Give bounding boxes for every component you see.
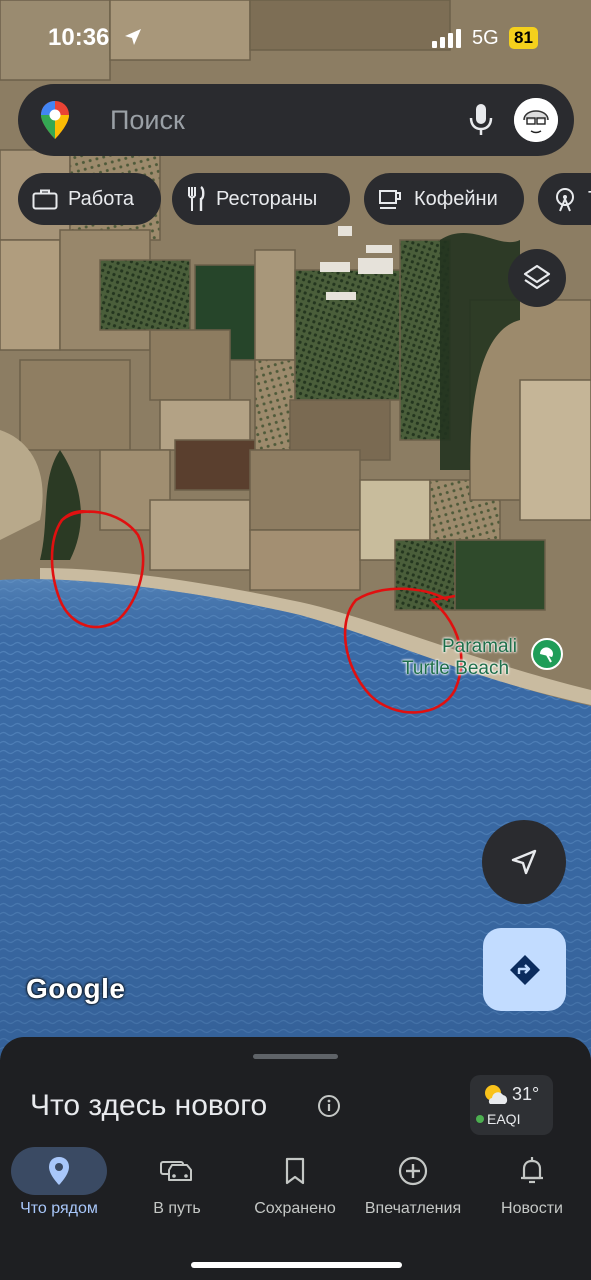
tab-updates-label: Новости	[501, 1200, 563, 1217]
search-bar[interactable]: Поиск	[18, 84, 574, 156]
chip-work-label: Работа	[68, 187, 134, 210]
navigation-arrow-icon	[511, 849, 537, 875]
chip-restaurants[interactable]: Рестораны	[172, 173, 350, 225]
car-icon	[160, 1161, 192, 1181]
weather-temperature: 31°	[512, 1084, 540, 1104]
sheet-drag-handle[interactable]	[253, 1054, 338, 1059]
fork-knife-icon	[188, 186, 205, 211]
sheet-title: Что здесь нового	[30, 1089, 268, 1122]
avatar[interactable]	[514, 98, 558, 142]
place-name-line1: Paramali	[442, 636, 517, 657]
bottom-navigation: Что рядом В путь Сохранено Впечатления Н…	[0, 1143, 591, 1280]
tab-contribute-icon-wrap	[365, 1147, 461, 1195]
signal-bars-icon	[432, 29, 461, 48]
tab-saved[interactable]: Сохранено	[236, 1143, 354, 1233]
status-time: 10:36	[48, 24, 110, 51]
tab-explore-label: Что рядом	[20, 1200, 98, 1217]
tab-contribute-label: Впечатления	[364, 1200, 462, 1217]
directions-icon	[509, 954, 540, 985]
weather-chip[interactable]: 31° EAQI	[470, 1075, 553, 1135]
google-maps-pin-icon	[41, 101, 69, 139]
add-circle-icon	[398, 1156, 428, 1186]
tab-explore-icon-wrap	[11, 1147, 107, 1195]
place-name-line2: Turtle Beach	[402, 658, 510, 679]
tab-saved-icon-wrap	[247, 1147, 343, 1195]
bookmark-icon	[285, 1157, 305, 1185]
location-arrow-icon	[125, 29, 141, 45]
layers-icon	[523, 264, 551, 290]
microphone-icon[interactable]	[466, 102, 496, 138]
tab-explore[interactable]: Что рядом	[0, 1143, 118, 1233]
directions-button[interactable]	[483, 928, 566, 1011]
chip-work[interactable]: Работа	[18, 173, 161, 225]
info-icon[interactable]	[317, 1094, 341, 1118]
tab-updates[interactable]: Новости	[473, 1143, 591, 1233]
chip-coffee-label: Кофейни	[414, 187, 498, 210]
battery-level: 81	[509, 27, 538, 49]
layers-button[interactable]	[508, 249, 566, 307]
tab-go-label: В путь	[153, 1200, 201, 1217]
briefcase-icon	[32, 189, 58, 210]
explore-sheet[interactable]: Что здесь нового 31° EAQI	[0, 1037, 591, 1157]
air-quality-label: EAQI	[487, 1111, 521, 1127]
tab-contribute[interactable]: Впечатления	[354, 1143, 472, 1233]
chip-attractions[interactable]: Т	[538, 173, 591, 225]
bell-icon	[521, 1157, 543, 1184]
coffee-cup-icon	[379, 190, 401, 209]
home-indicator[interactable]	[191, 1262, 402, 1268]
tab-go-icon-wrap	[129, 1147, 225, 1195]
place-label-turtle-beach[interactable]: Paramali Turtle Beach	[402, 636, 517, 680]
status-bar: 10:36 5G 81	[0, 0, 591, 70]
tab-updates-icon-wrap	[484, 1147, 580, 1195]
beach-umbrella-glyph	[540, 647, 553, 663]
attraction-icon	[556, 188, 574, 212]
location-pin-icon	[49, 1157, 69, 1185]
search-placeholder[interactable]: Поиск	[110, 105, 185, 136]
network-type: 5G	[472, 27, 499, 49]
my-location-button[interactable]	[482, 820, 566, 904]
air-quality-dot	[476, 1115, 484, 1123]
tab-saved-label: Сохранено	[254, 1200, 336, 1217]
category-chips: Работа Рестораны Кофейни Т	[18, 173, 591, 225]
beach-umbrella-icon[interactable]	[531, 638, 563, 670]
chip-coffee[interactable]: Кофейни	[364, 173, 524, 225]
satellite-map[interactable]	[0, 0, 591, 1060]
avatar-sketch-icon	[514, 98, 558, 142]
tab-go[interactable]: В путь	[118, 1143, 236, 1233]
chip-restaurants-label: Рестораны	[216, 187, 318, 210]
partly-sunny-icon	[485, 1085, 508, 1104]
map-imagery	[0, 0, 591, 1060]
google-attribution: Google	[26, 973, 126, 1004]
